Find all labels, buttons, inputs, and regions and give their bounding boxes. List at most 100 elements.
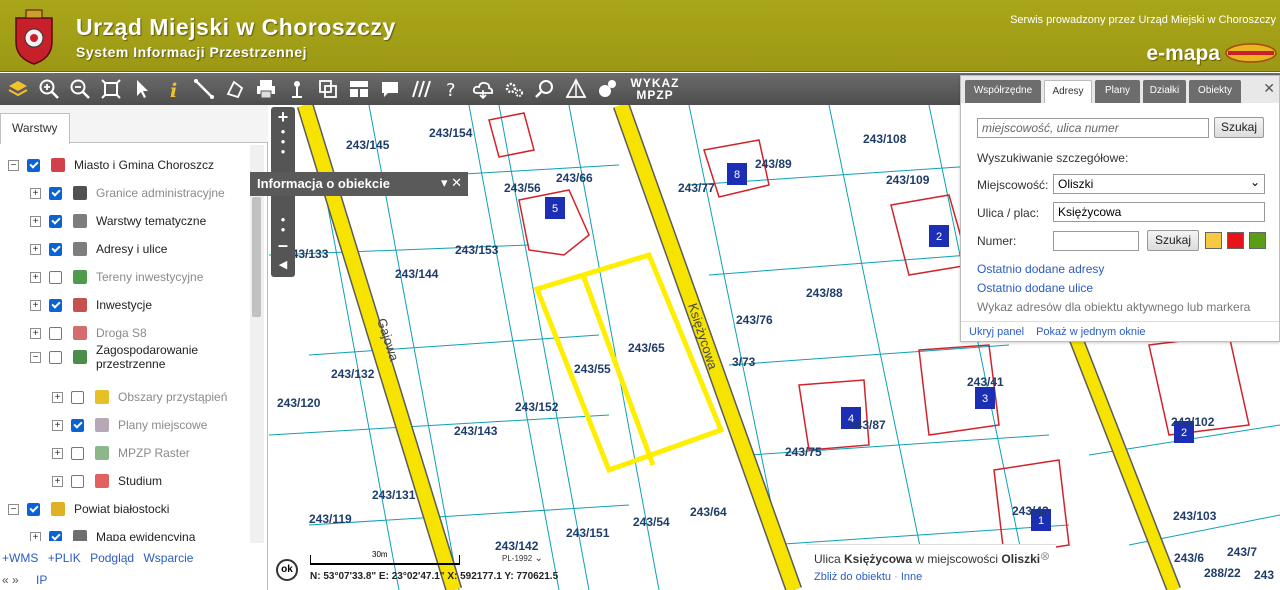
close-icon[interactable]: ✕ bbox=[1263, 80, 1275, 97]
zoom-out-icon[interactable] bbox=[64, 75, 95, 103]
expand-toggle[interactable]: + bbox=[30, 299, 41, 311]
scrollbar-thumb[interactable] bbox=[252, 197, 261, 317]
plik-link[interactable]: +PLIK bbox=[48, 551, 81, 565]
number-input[interactable] bbox=[1053, 231, 1139, 251]
layer-row[interactable]: + Studium bbox=[52, 469, 162, 493]
layer-row[interactable]: + Granice administracyjne bbox=[30, 181, 225, 205]
object-info-bar[interactable]: Informacja o obiekcie ▾ ✕ bbox=[250, 172, 468, 196]
street-input[interactable]: Księżycowa bbox=[1053, 202, 1265, 222]
wms-link[interactable]: +WMS bbox=[2, 551, 38, 565]
hatch-icon[interactable] bbox=[405, 75, 436, 103]
tab-obiekty[interactable]: Obiekty bbox=[1189, 80, 1241, 103]
layer-row[interactable]: − Zagospodarowanie przestrzenne bbox=[30, 343, 198, 371]
popup-close-icon[interactable]: ⊗ bbox=[1040, 549, 1050, 563]
cloud-icon[interactable] bbox=[467, 75, 498, 103]
other-link[interactable]: Inne bbox=[901, 571, 922, 583]
projection-select[interactable]: PL-1992 ⌄ bbox=[502, 553, 543, 564]
layer-row[interactable]: + Obszary przystąpień bbox=[52, 385, 227, 409]
layer-tree-scrollbar[interactable] bbox=[250, 145, 264, 543]
expand-toggle[interactable]: + bbox=[52, 419, 63, 431]
expand-toggle[interactable]: + bbox=[30, 243, 41, 255]
layer-checkbox[interactable] bbox=[27, 502, 40, 516]
tab-plany[interactable]: Plany bbox=[1095, 80, 1140, 103]
triangle-icon[interactable] bbox=[560, 75, 591, 103]
tab-wspolrzedne[interactable]: Współrzędne bbox=[965, 80, 1041, 103]
layers-icon[interactable] bbox=[2, 75, 33, 103]
layer-row[interactable]: + Mapa ewidencyjna bbox=[30, 525, 195, 541]
zoom-in-button[interactable]: + bbox=[271, 107, 295, 127]
layer-checkbox[interactable] bbox=[49, 186, 62, 200]
layer-checkbox[interactable] bbox=[71, 474, 84, 488]
measure-line-icon[interactable] bbox=[188, 75, 219, 103]
number-search-button[interactable]: Szukaj bbox=[1147, 230, 1199, 251]
expand-toggle[interactable]: + bbox=[30, 271, 41, 283]
wykaz-mpzp-button[interactable]: WYKAZ MPZP bbox=[628, 77, 682, 101]
emapa-brand[interactable]: e-mapa bbox=[1146, 42, 1220, 66]
layer-row[interactable]: − Powiat białostocki bbox=[8, 497, 169, 521]
expand-toggle[interactable]: + bbox=[30, 327, 41, 339]
expand-toggle[interactable]: + bbox=[52, 475, 63, 487]
expand-toggle[interactable]: − bbox=[8, 503, 19, 515]
expand-toggle[interactable]: + bbox=[30, 215, 41, 227]
quick-search-button[interactable]: Szukaj bbox=[1214, 117, 1264, 138]
pointer-icon[interactable] bbox=[126, 75, 157, 103]
layer-checkbox[interactable] bbox=[49, 298, 62, 312]
zoom-slider[interactable]: ● ● ● bbox=[271, 127, 295, 157]
layer-row[interactable]: − Miasto i Gmina Choroszcz bbox=[8, 153, 214, 177]
expand-toggle[interactable]: + bbox=[52, 391, 63, 403]
layer-checkbox[interactable] bbox=[49, 242, 62, 256]
layer-checkbox[interactable] bbox=[49, 350, 62, 364]
layer-checkbox[interactable] bbox=[71, 390, 84, 404]
layer-checkbox[interactable] bbox=[49, 270, 62, 284]
layer-row[interactable]: + Tereny inwestycyjne bbox=[30, 265, 203, 289]
expand-toggle[interactable]: − bbox=[30, 351, 41, 363]
expand-toggle[interactable]: + bbox=[30, 531, 41, 541]
tab-dzialki[interactable]: Działki bbox=[1143, 80, 1186, 103]
search-map-icon[interactable] bbox=[529, 75, 560, 103]
recent-addresses-link[interactable]: Ostatnio dodane adresy bbox=[977, 262, 1104, 276]
collapse-arrows[interactable]: « » bbox=[2, 573, 19, 587]
layer-checkbox[interactable] bbox=[49, 214, 62, 228]
wsparcie-link[interactable]: Wsparcie bbox=[143, 551, 193, 565]
zoom-to-object-link[interactable]: Zbliż do obiektu bbox=[814, 571, 891, 583]
expand-toggle[interactable]: + bbox=[30, 187, 41, 199]
measure-area-icon[interactable] bbox=[219, 75, 250, 103]
emapa-logo-icon[interactable] bbox=[1224, 42, 1278, 64]
zoom-slider-lower[interactable]: ● ● bbox=[271, 215, 295, 235]
object-info-controls[interactable]: ▾ ✕ bbox=[441, 175, 462, 191]
settings-icon[interactable] bbox=[498, 75, 529, 103]
layer-row[interactable]: + Droga S8 bbox=[30, 321, 147, 345]
zoom-extent-icon[interactable] bbox=[95, 75, 126, 103]
expand-toggle[interactable]: − bbox=[8, 159, 19, 171]
location-icon[interactable] bbox=[281, 75, 312, 103]
single-window-link[interactable]: Pokaż w jednym oknie bbox=[1036, 326, 1145, 338]
hide-panel-link[interactable]: Ukryj panel bbox=[969, 326, 1024, 338]
layer-row[interactable]: + Warstwy tematyczne bbox=[30, 209, 206, 233]
layout-icon[interactable] bbox=[343, 75, 374, 103]
layer-row[interactable]: + Adresy i ulice bbox=[30, 237, 167, 261]
layer-row[interactable]: + Inwestycje bbox=[30, 293, 152, 317]
podglad-link[interactable]: Podgląd bbox=[90, 551, 134, 565]
layer-row[interactable]: + MPZP Raster bbox=[52, 441, 190, 465]
town-select[interactable]: Oliszki ⌄ bbox=[1053, 174, 1265, 194]
tab-adresy[interactable]: Adresy bbox=[1044, 80, 1092, 103]
collapse-panel-icon[interactable]: ◀ bbox=[271, 255, 295, 275]
quick-search-input[interactable]: miejscowość, ulica numer bbox=[977, 118, 1209, 138]
copy-icon[interactable] bbox=[312, 75, 343, 103]
zoom-in-icon[interactable] bbox=[33, 75, 64, 103]
chat-icon[interactable] bbox=[591, 75, 622, 103]
help-icon[interactable]: ? bbox=[436, 75, 467, 103]
layer-checkbox[interactable] bbox=[71, 446, 84, 460]
layer-checkbox[interactable] bbox=[27, 158, 40, 172]
print-icon[interactable] bbox=[250, 75, 281, 103]
ok-button[interactable]: ok bbox=[276, 559, 298, 581]
recent-streets-link[interactable]: Ostatnio dodane ulice bbox=[977, 281, 1093, 295]
color-swatch-red[interactable] bbox=[1227, 232, 1244, 249]
layer-checkbox[interactable] bbox=[49, 326, 62, 340]
layer-row[interactable]: + Plany miejscowe bbox=[52, 413, 207, 437]
expand-toggle[interactable]: + bbox=[52, 447, 63, 459]
color-swatch-yellow[interactable] bbox=[1205, 232, 1222, 249]
comment-icon[interactable] bbox=[374, 75, 405, 103]
color-swatch-green[interactable] bbox=[1249, 232, 1266, 249]
zoom-out-button[interactable]: – bbox=[271, 235, 295, 255]
